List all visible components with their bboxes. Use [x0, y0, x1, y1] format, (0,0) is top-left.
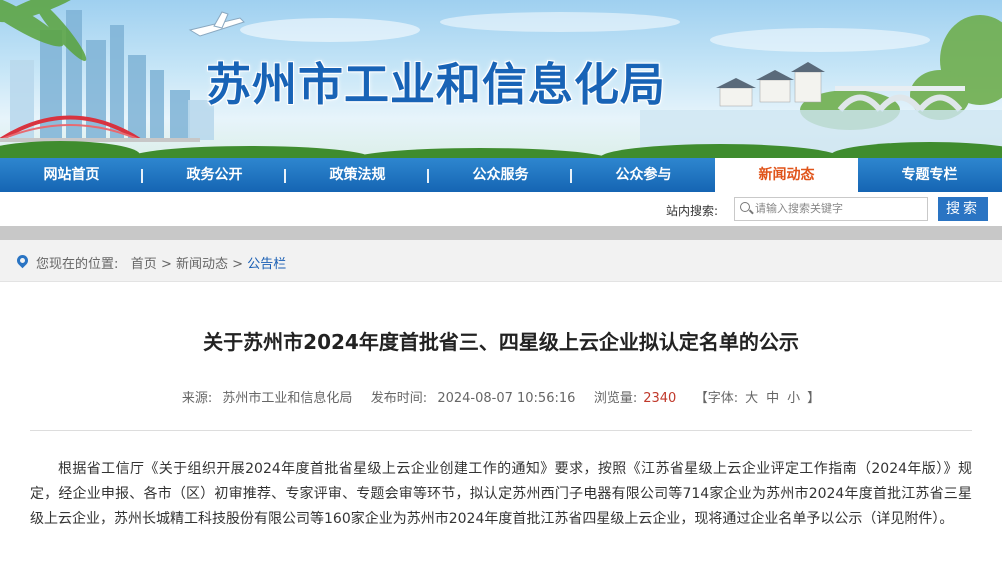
nav-label: 新闻动态 [758, 167, 815, 183]
divider-bar [0, 226, 1002, 240]
font-size-close: 】 [807, 391, 821, 406]
breadcrumb-prefix: 您现在的位置: [36, 257, 119, 272]
breadcrumb-separator: > [160, 257, 172, 272]
breadcrumb-separator: > [232, 257, 244, 272]
nav-label: 网站首页 [43, 167, 100, 183]
header-banner: 苏州市工业和信息化局 [0, 0, 1002, 158]
breadcrumb: 您现在的位置: 首页 > 新闻动态 > 公告栏 [0, 240, 1002, 282]
source-label: 来源: [181, 391, 213, 406]
font-size-open: 【字体: [694, 391, 739, 406]
nav-home[interactable]: 网站首页 [0, 158, 143, 192]
nav-label: 公众参与 [615, 167, 672, 183]
breadcrumb-news-link[interactable]: 新闻动态 [176, 257, 228, 272]
nav-label: 公众服务 [472, 167, 529, 183]
article-title: 关于苏州市2024年度首批省三、四星级上云企业拟认定名单的公示 [203, 330, 799, 354]
site-title: 苏州市工业和信息化局 [206, 58, 667, 111]
font-small-button[interactable]: 小 [787, 391, 800, 406]
font-medium-button[interactable]: 中 [766, 391, 779, 406]
nav-policies[interactable]: 政策法规 [286, 158, 429, 192]
nav-public-participation[interactable]: 公众参与 [572, 158, 715, 192]
breadcrumb-home-link[interactable]: 首页 [131, 257, 157, 272]
search-label: 站内搜索: [666, 204, 719, 218]
source-value: 苏州市工业和信息化局 [222, 391, 353, 406]
search-button[interactable]: 搜索 [938, 197, 988, 221]
nav-government-affairs[interactable]: 政务公开 [143, 158, 286, 192]
nav-special-topics[interactable]: 专题专栏 [858, 158, 1001, 192]
search-icon [740, 202, 750, 212]
search-bar: 站内搜索: 请输入搜索关键字 搜索 [0, 192, 1002, 226]
nav-news[interactable]: 新闻动态 [715, 158, 858, 194]
nav-label: 专题专栏 [901, 167, 958, 183]
content-divider [30, 430, 972, 431]
location-pin-icon [14, 252, 31, 269]
article-meta: 来源: 苏州市工业和信息化局 发布时间: 2024-08-07 10:56:16… [0, 387, 1002, 406]
nav-public-services[interactable]: 公众服务 [429, 158, 572, 192]
search-input[interactable]: 请输入搜索关键字 [734, 197, 928, 221]
nav-label: 政策法规 [329, 167, 386, 183]
breadcrumb-current-link[interactable]: 公告栏 [247, 257, 286, 272]
nav-label: 政务公开 [186, 167, 243, 183]
views-label: 浏览量: [593, 391, 638, 406]
font-large-button[interactable]: 大 [745, 391, 758, 406]
date-value: 2024-08-07 10:56:16 [437, 391, 576, 406]
date-label: 发布时间: [370, 391, 428, 406]
views-count: 2340 [643, 391, 677, 406]
search-placeholder: 请输入搜索关键字 [755, 202, 843, 215]
article-body: 根据省工信厅《关于组织开展2024年度首批省星级上云企业创建工作的通知》要求，按… [30, 461, 972, 527]
main-nav: 网站首页 政务公开 政策法规 公众服务 公众参与 新闻动态 专题专栏 [0, 158, 1002, 194]
